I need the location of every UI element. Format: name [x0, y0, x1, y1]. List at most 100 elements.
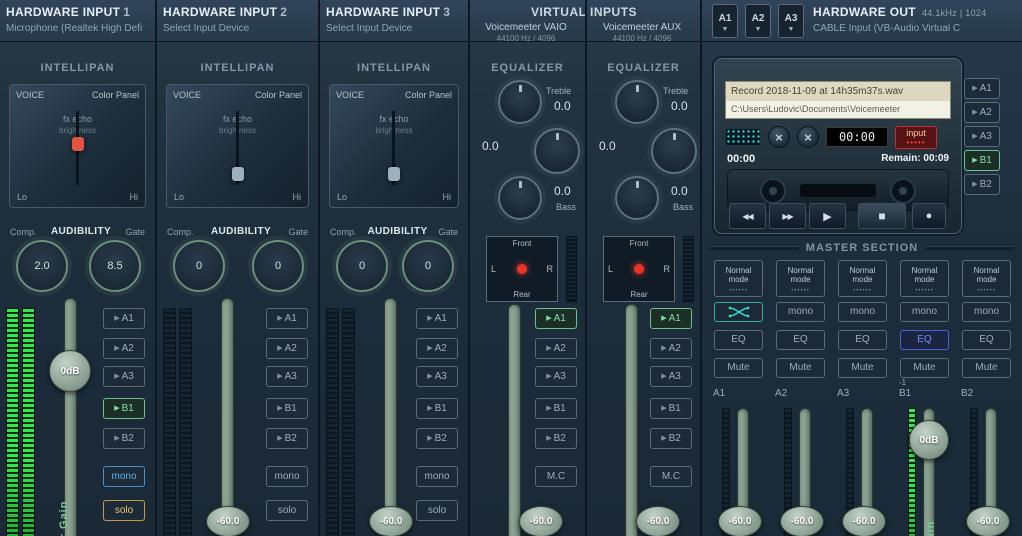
- output-select-a3-button[interactable]: A3 ▼: [778, 4, 804, 38]
- route-a3-button[interactable]: ▶ A3: [103, 366, 145, 387]
- gate-knob[interactable]: 0: [252, 240, 304, 292]
- intellipan-handle[interactable]: [71, 137, 84, 151]
- route-b1-button[interactable]: ▶ B1: [650, 398, 692, 419]
- bass-knob[interactable]: [615, 176, 659, 220]
- treble-knob[interactable]: [615, 80, 659, 124]
- record-button[interactable]: ●: [912, 203, 946, 229]
- mute-button[interactable]: Mute: [776, 358, 825, 378]
- hardware-input-1-device[interactable]: Microphone (Realtek High Defi: [6, 23, 142, 34]
- route-a3-button[interactable]: ▶ A3: [416, 366, 458, 387]
- route-b2-button[interactable]: ▶ B2: [266, 428, 308, 449]
- fast-forward-button[interactable]: ▶▶: [769, 203, 806, 229]
- bus-fader-knob[interactable]: 0dB: [909, 420, 949, 460]
- route-b2-button[interactable]: ▶ B2: [103, 428, 145, 449]
- treble-knob[interactable]: [498, 80, 542, 124]
- mute-button[interactable]: Mute: [962, 358, 1011, 378]
- route-b2-button[interactable]: ▶ B2: [535, 428, 577, 449]
- pan-position-dot[interactable]: [634, 264, 644, 274]
- gate-knob[interactable]: 8.5: [89, 240, 141, 292]
- gate-knob[interactable]: 0: [402, 240, 454, 292]
- intellipan-panel[interactable]: VOICEColor Panel fx echo brightness LoHi: [9, 84, 146, 208]
- route-a2-button[interactable]: ▶ A2: [103, 338, 145, 359]
- route-a2-button[interactable]: ▶ A2: [535, 338, 577, 359]
- fader-track[interactable]: [508, 304, 521, 536]
- mute-button[interactable]: Mute: [900, 358, 949, 378]
- route-b1-button[interactable]: ▶ B1: [103, 398, 145, 419]
- bus-mono-button[interactable]: mono: [962, 302, 1011, 322]
- hardware-input-3-header[interactable]: HARDWARE INPUT 3 Select Input Device: [326, 5, 450, 34]
- route-a1-button[interactable]: ▶ A1: [535, 308, 577, 329]
- comp-knob[interactable]: 0: [336, 240, 388, 292]
- rec-route-a1-button[interactable]: ▶ A1: [964, 78, 1000, 99]
- eq-button[interactable]: EQ: [838, 330, 887, 350]
- mid-knob[interactable]: [651, 128, 697, 174]
- stop-button[interactable]: ■: [858, 203, 906, 229]
- comp-knob[interactable]: 0: [173, 240, 225, 292]
- fader-knob[interactable]: -60.0: [636, 506, 680, 536]
- hardware-input-3-device[interactable]: Select Input Device: [326, 23, 450, 34]
- play-button[interactable]: ▶: [809, 203, 846, 229]
- route-a1-button[interactable]: ▶ A1: [266, 308, 308, 329]
- output-select-a1-button[interactable]: A1 ▼: [712, 4, 738, 38]
- hardware-out-device[interactable]: CABLE Input (VB-Audio Virtual C: [813, 23, 987, 34]
- recording-path[interactable]: C:\Users\Ludovic\Documents\Voicemeeter: [726, 101, 950, 118]
- route-mc-button[interactable]: M.C: [650, 466, 692, 487]
- rec-route-b2-button[interactable]: ▶ B2: [964, 174, 1000, 195]
- bus-mode-button[interactable]: Normal mode ••••••: [776, 260, 825, 297]
- bus-mono-button[interactable]: mono: [900, 302, 949, 322]
- route-a1-button[interactable]: ▶ A1: [103, 308, 145, 329]
- mute-button[interactable]: Mute: [714, 358, 763, 378]
- intellipan-handle[interactable]: [388, 167, 400, 181]
- bus-fader-knob[interactable]: -60.0: [842, 506, 886, 536]
- fader-knob[interactable]: -60.0: [206, 506, 250, 536]
- rec-route-a3-button[interactable]: ▶ A3: [964, 126, 1000, 147]
- bus-mono-button[interactable]: mono: [776, 302, 825, 322]
- hardware-input-2-device[interactable]: Select Input Device: [163, 23, 287, 34]
- fader-track[interactable]: [221, 298, 234, 536]
- pan-position-dot[interactable]: [517, 264, 527, 274]
- route-a3-button[interactable]: ▶ A3: [266, 366, 308, 387]
- hardware-input-2-header[interactable]: HARDWARE INPUT 2 Select Input Device: [163, 5, 287, 34]
- bus-mode-button[interactable]: Normal mode ••••••: [962, 260, 1011, 297]
- eq-button[interactable]: EQ: [962, 330, 1011, 350]
- bus-fader-knob[interactable]: -60.0: [718, 506, 762, 536]
- record-input-button[interactable]: input •••••: [895, 125, 937, 149]
- route-a3-button[interactable]: ▶ A3: [535, 366, 577, 387]
- mono-button[interactable]: mono: [416, 466, 458, 487]
- route-a2-button[interactable]: ▶ A2: [416, 338, 458, 359]
- bus-mode-button[interactable]: Normal mode ••••••: [900, 260, 949, 297]
- mono-button[interactable]: mono: [266, 466, 308, 487]
- output-select-a2-button[interactable]: A2 ▼: [745, 4, 771, 38]
- fader-knob[interactable]: -60.0: [369, 506, 413, 536]
- route-b1-button[interactable]: ▶ B1: [266, 398, 308, 419]
- bus-fader-knob[interactable]: -60.0: [966, 506, 1010, 536]
- eq-button[interactable]: EQ: [900, 330, 949, 350]
- route-b2-button[interactable]: ▶ B2: [650, 428, 692, 449]
- bus-fader-knob[interactable]: -60.0: [780, 506, 824, 536]
- bus-mono-button[interactable]: mono: [838, 302, 887, 322]
- bus-mode-button[interactable]: Normal mode ••••••: [714, 260, 763, 297]
- solo-button[interactable]: solo: [103, 500, 145, 521]
- route-a1-button[interactable]: ▶ A1: [650, 308, 692, 329]
- comp-knob[interactable]: 2.0: [16, 240, 68, 292]
- solo-button[interactable]: solo: [416, 500, 458, 521]
- mono-button[interactable]: mono: [103, 466, 145, 487]
- surround-panner[interactable]: Front L R Rear: [603, 236, 675, 302]
- route-b1-button[interactable]: ▶ B1: [535, 398, 577, 419]
- rewind-button[interactable]: ◀◀: [729, 203, 766, 229]
- bass-knob[interactable]: [498, 176, 542, 220]
- mid-knob[interactable]: [534, 128, 580, 174]
- surround-panner[interactable]: Front L R Rear: [486, 236, 558, 302]
- rec-route-b1-button[interactable]: ▶ B1: [964, 150, 1000, 171]
- hardware-input-1-header[interactable]: HARDWARE INPUT 1 Microphone (Realtek High…: [6, 5, 142, 34]
- route-b2-button[interactable]: ▶ B2: [416, 428, 458, 449]
- crossover-button[interactable]: [714, 302, 763, 322]
- route-a2-button[interactable]: ▶ A2: [266, 338, 308, 359]
- route-a2-button[interactable]: ▶ A2: [650, 338, 692, 359]
- bus-mode-button[interactable]: Normal mode ••••••: [838, 260, 887, 297]
- eq-button[interactable]: EQ: [714, 330, 763, 350]
- fader-track[interactable]: [625, 304, 638, 536]
- mute-button[interactable]: Mute: [838, 358, 887, 378]
- eq-button[interactable]: EQ: [776, 330, 825, 350]
- route-b1-button[interactable]: ▶ B1: [416, 398, 458, 419]
